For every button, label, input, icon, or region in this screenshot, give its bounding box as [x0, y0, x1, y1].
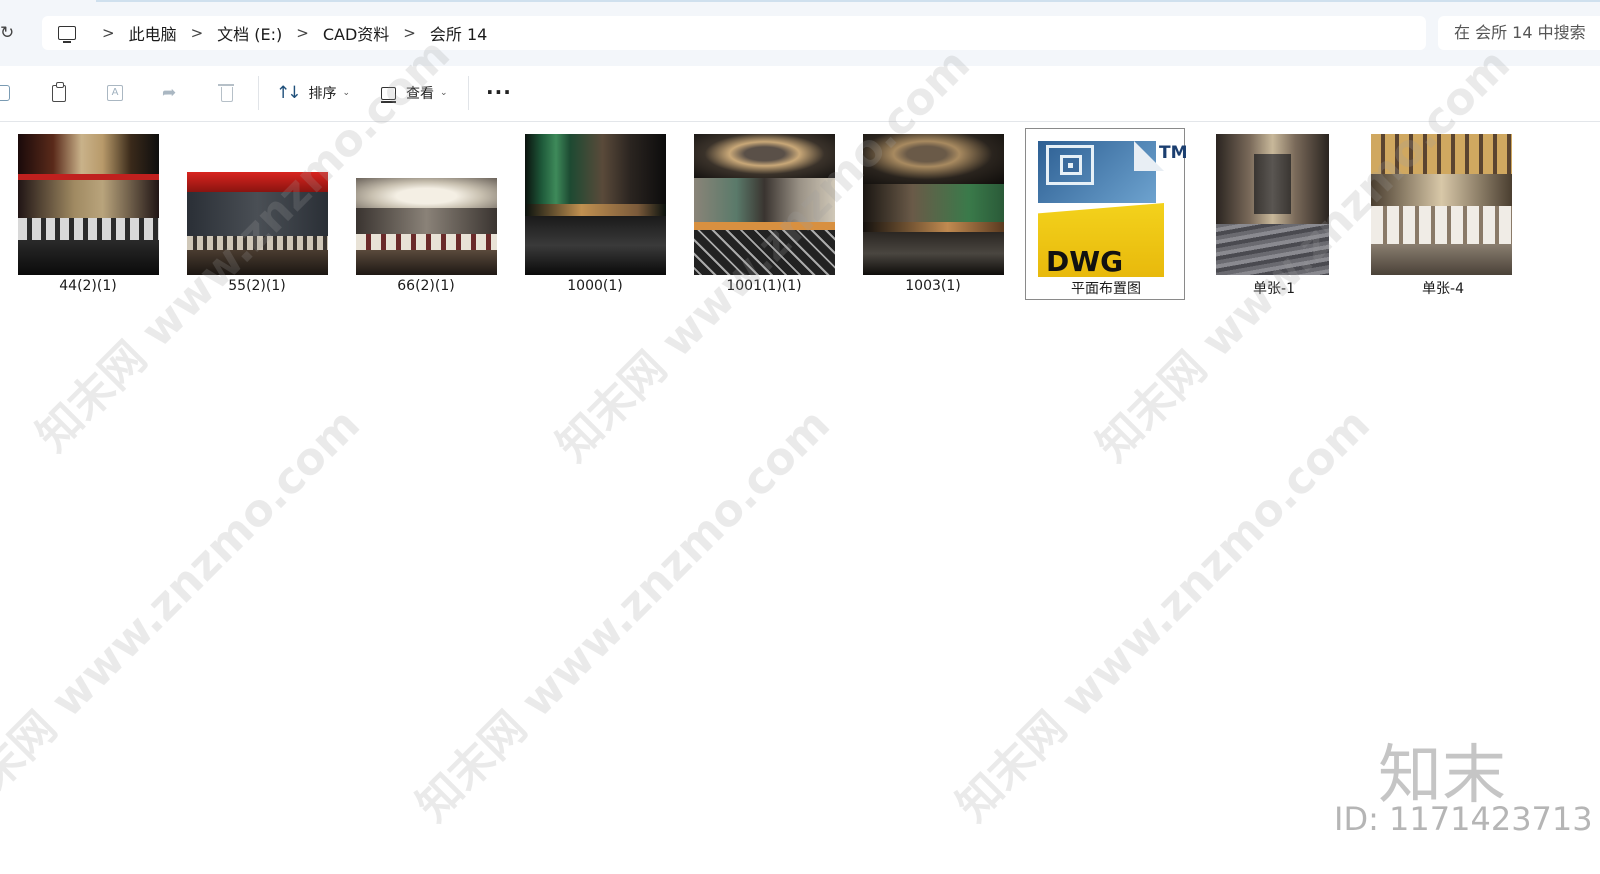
image-thumbnail — [1371, 134, 1512, 275]
image-thumbnail — [1216, 134, 1329, 275]
file-name: 66(2)(1) — [397, 278, 455, 294]
view-label: 查看 — [406, 86, 434, 102]
file-name: 44(2)(1) — [59, 278, 117, 294]
share-icon: ➦ — [162, 83, 177, 103]
view-button[interactable]: 查看 ⌄ — [381, 82, 448, 104]
image-thumbnail — [863, 134, 1004, 275]
dwg-file-icon: DWG TM — [1034, 137, 1188, 279]
sort-icon: ↑↓ — [276, 83, 301, 103]
file-item[interactable]: 66(2)(1) — [346, 128, 506, 300]
file-name: 55(2)(1) — [228, 278, 286, 294]
file-name: 1003(1) — [905, 278, 961, 294]
toolbar-divider — [258, 76, 259, 110]
file-name: 平面布置图 — [1071, 281, 1141, 297]
rename-button[interactable]: A — [107, 82, 123, 104]
sort-button[interactable]: ↑↓ 排序 ⌄ — [276, 82, 350, 104]
image-id: ID: 1171423713 — [1334, 800, 1593, 838]
toolbar-divider — [468, 76, 469, 110]
chevron-right-icon[interactable]: > — [403, 24, 416, 42]
image-thumbnail — [694, 134, 835, 275]
dwg-icon-dot — [1068, 163, 1073, 168]
file-item[interactable]: 1000(1) — [515, 128, 675, 300]
image-thumbnail — [18, 134, 159, 275]
file-name: 单张-4 — [1422, 281, 1464, 297]
file-name: 单张-1 — [1253, 281, 1295, 297]
copy-icon — [0, 85, 10, 101]
image-thumbnail — [525, 134, 666, 275]
file-name: 1001(1)(1) — [726, 278, 802, 294]
breadcrumb-drive-e[interactable]: 文档 (E:) — [217, 21, 282, 45]
file-item-selected[interactable]: DWG TM 平面布置图 — [1025, 128, 1188, 300]
address-bar-area: ↻ > 此电脑 > 文档 (E:) > CAD资料 > 会所 14 在 会所 1… — [0, 0, 1600, 67]
file-item[interactable]: 1003(1) — [853, 128, 1013, 300]
title-accent-line — [96, 0, 1600, 2]
file-item[interactable]: 单张-4 — [1363, 128, 1523, 300]
chevron-down-icon: ⌄ — [342, 88, 351, 98]
file-grid: 44(2)(1) 55(2)(1) 66(2)(1) 1000(1) 1001(… — [0, 122, 1600, 874]
chevron-right-icon[interactable]: > — [191, 24, 204, 42]
delete-button[interactable] — [218, 82, 234, 104]
command-toolbar: A ➦ ↑↓ 排序 ⌄ 查看 ⌄ ··· — [0, 66, 1600, 122]
breadcrumb-current-folder[interactable]: 会所 14 — [430, 21, 487, 45]
chevron-right-icon[interactable]: > — [296, 24, 309, 42]
view-icon — [381, 86, 396, 103]
delete-icon — [218, 84, 234, 102]
share-button[interactable]: ➦ — [162, 82, 180, 104]
address-bar[interactable]: > 此电脑 > 文档 (E:) > CAD资料 > 会所 14 — [42, 16, 1426, 50]
file-item[interactable]: 单张-1 — [1194, 128, 1354, 300]
rename-icon: A — [107, 85, 123, 101]
trademark-text: TM — [1159, 143, 1188, 163]
paste-icon — [52, 81, 66, 102]
file-name: 1000(1) — [567, 278, 623, 294]
chevron-down-icon: ⌄ — [440, 88, 448, 98]
sort-label: 排序 — [308, 86, 337, 102]
image-thumbnail — [356, 178, 497, 275]
file-item[interactable]: 55(2)(1) — [177, 128, 337, 300]
dwg-icon-text: DWG — [1046, 245, 1124, 278]
more-options-button[interactable]: ··· — [486, 80, 512, 104]
file-item[interactable]: 44(2)(1) — [8, 128, 168, 300]
file-item[interactable]: 1001(1)(1) — [684, 128, 844, 300]
breadcrumb-this-pc[interactable]: 此电脑 — [129, 21, 177, 45]
copy-button[interactable] — [0, 82, 10, 104]
computer-icon[interactable] — [58, 26, 76, 43]
refresh-icon[interactable]: ↻ — [0, 22, 20, 44]
chevron-right-icon[interactable]: > — [102, 24, 115, 42]
search-input[interactable]: 在 会所 14 中搜索 — [1438, 16, 1600, 50]
image-thumbnail — [187, 172, 328, 275]
paste-button[interactable] — [52, 81, 66, 104]
breadcrumb-cad-folder[interactable]: CAD资料 — [323, 21, 389, 45]
